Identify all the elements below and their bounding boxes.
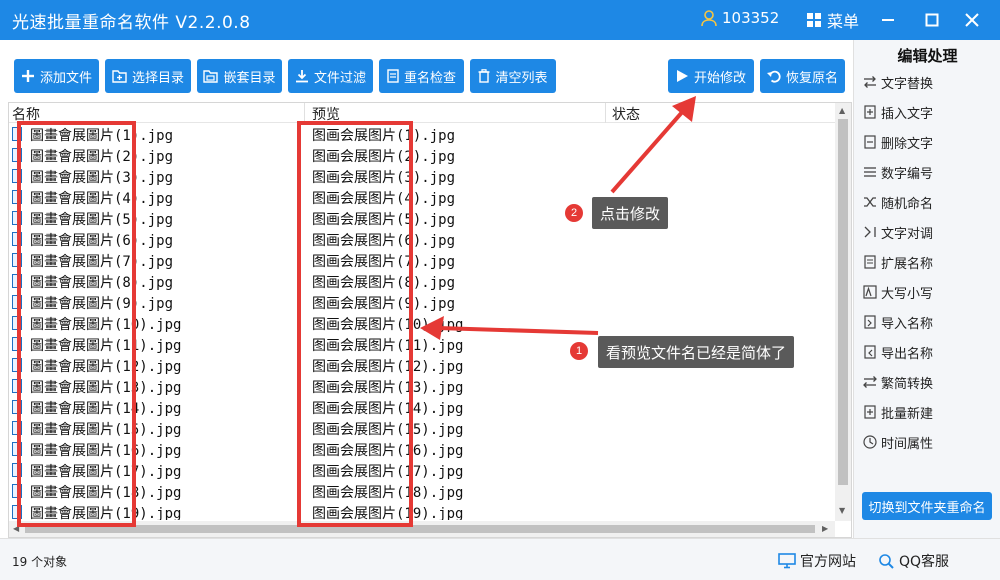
edit-item-label: 大写小写 xyxy=(881,286,934,302)
callout-2-badge: 2 xyxy=(565,204,583,222)
callout-1-badge: 1 xyxy=(570,342,588,360)
edit-panel: 编辑处理 文字替换插入文字删除文字数字编号随机命名文字对调扩展名称大写小写导入名… xyxy=(853,40,1000,538)
batch-new-icon xyxy=(863,405,877,419)
app-window: 光速批量重命名软件 V2.2.0.8 103352 菜单 添加文件 选择目录 嵌… xyxy=(0,0,1000,580)
edit-item-import[interactable]: 导入名称 xyxy=(863,310,933,334)
edit-item-label: 插入文字 xyxy=(881,106,934,122)
edit-item-extension[interactable]: 扩展名称 xyxy=(863,250,933,274)
edit-item-case[interactable]: 大写小写 xyxy=(863,280,933,304)
convert-icon xyxy=(863,375,877,389)
callout-2: 点击修改 xyxy=(592,197,669,229)
swap-text-icon xyxy=(863,225,877,239)
edit-item-shuffle[interactable]: 随机命名 xyxy=(863,190,933,214)
import-icon xyxy=(863,315,877,329)
object-count: 19 个对象 xyxy=(12,555,68,569)
edit-item-convert[interactable]: 繁简转换 xyxy=(863,370,933,394)
edit-item-label: 文字替换 xyxy=(881,76,934,92)
edit-item-batch-new[interactable]: 批量新建 xyxy=(863,400,933,424)
callout-1: 看预览文件名已经是简体了 xyxy=(598,336,795,368)
text-replace-icon xyxy=(863,75,877,89)
shuffle-icon xyxy=(863,195,877,209)
edit-item-clock[interactable]: 时间属性 xyxy=(863,430,933,454)
edit-item-label: 随机命名 xyxy=(881,196,934,212)
qq-service-label: QQ客服 xyxy=(899,554,950,570)
edit-panel-title: 编辑处理 xyxy=(897,47,958,65)
website-link[interactable]: 官方网站 xyxy=(778,551,856,571)
insert-text-icon xyxy=(863,105,877,119)
delete-text-icon xyxy=(863,135,877,149)
edit-item-label: 时间属性 xyxy=(881,436,934,452)
extension-icon xyxy=(863,255,877,269)
clock-icon xyxy=(863,435,877,449)
arrow-to-start-button xyxy=(610,96,696,194)
annotation-arrows xyxy=(420,96,696,340)
export-icon xyxy=(863,345,877,359)
edit-item-label: 文字对调 xyxy=(881,226,934,242)
website-label: 官方网站 xyxy=(800,554,856,570)
arrow-to-preview xyxy=(420,316,599,340)
number-icon xyxy=(863,165,877,179)
case-icon xyxy=(863,285,877,299)
edit-item-delete-text[interactable]: 删除文字 xyxy=(863,130,933,154)
edit-item-label: 导入名称 xyxy=(881,316,934,332)
status-bar: 19 个对象 官方网站 QQ客服 xyxy=(0,538,1000,580)
edit-item-label: 删除文字 xyxy=(881,136,934,152)
edit-item-insert-text[interactable]: 插入文字 xyxy=(863,100,933,124)
edit-item-text-replace[interactable]: 文字替换 xyxy=(863,70,933,94)
switch-folder-rename-button[interactable]: 切换到文件夹重命名 xyxy=(862,492,992,520)
edit-item-label: 扩展名称 xyxy=(881,256,934,272)
edit-item-label: 繁简转换 xyxy=(881,376,934,392)
qq-service-link[interactable]: QQ客服 xyxy=(877,551,949,571)
edit-item-label: 导出名称 xyxy=(881,346,934,362)
monitor-icon xyxy=(778,553,796,569)
edit-item-label: 数字编号 xyxy=(881,166,934,182)
edit-item-number[interactable]: 数字编号 xyxy=(863,160,933,184)
headset-icon xyxy=(879,554,894,569)
edit-item-swap-text[interactable]: 文字对调 xyxy=(863,220,933,244)
edit-item-label: 批量新建 xyxy=(881,406,934,422)
edit-item-export[interactable]: 导出名称 xyxy=(863,340,933,364)
